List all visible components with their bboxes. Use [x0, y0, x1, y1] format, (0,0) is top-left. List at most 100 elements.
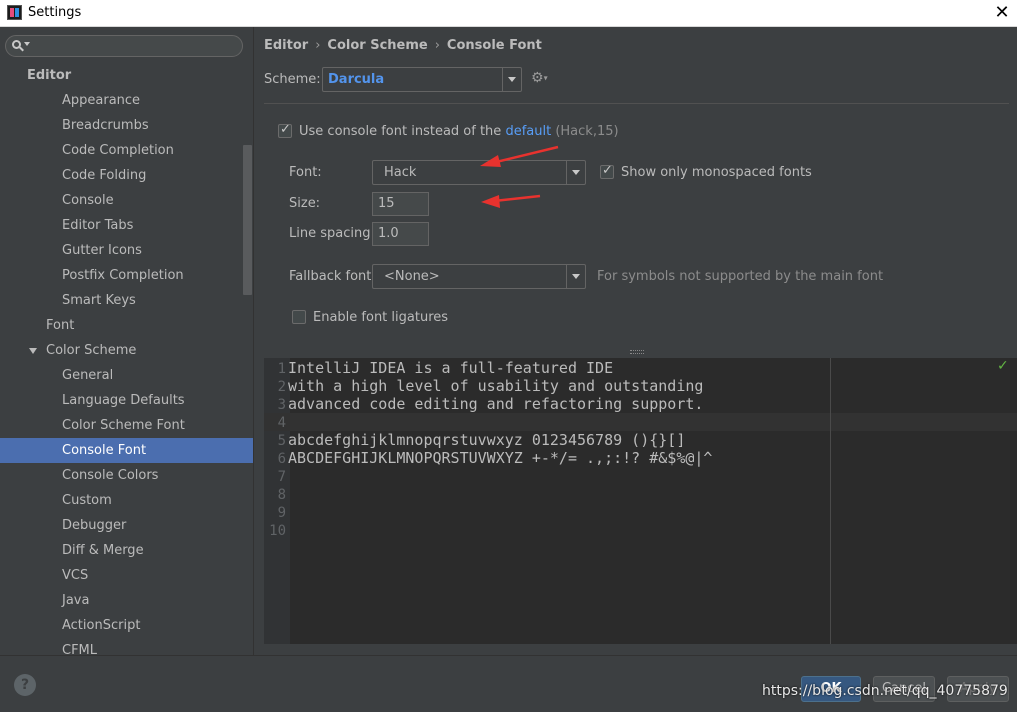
- sidebar-scrollbar[interactable]: [243, 145, 252, 295]
- help-button[interactable]: ?: [14, 674, 36, 696]
- sidebar-item-gutter-icons[interactable]: Gutter Icons: [0, 238, 253, 263]
- splitter-grip[interactable]: [630, 350, 644, 354]
- sidebar-item-label: Console: [62, 193, 114, 208]
- sidebar-item-label: Custom: [62, 493, 112, 508]
- font-label: Font:: [289, 165, 322, 180]
- sidebar-item-console-font[interactable]: Console Font: [0, 438, 253, 463]
- scheme-dropdown[interactable]: Darcula: [322, 67, 522, 92]
- sidebar-item-label: Color Scheme Font: [62, 418, 185, 433]
- sidebar-item-label: Code Folding: [62, 168, 147, 183]
- breadcrumb: Editor › Color Scheme › Console Font: [264, 38, 542, 53]
- sidebar-item-label: Language Defaults: [62, 393, 185, 408]
- gear-icon[interactable]: ⚙▾: [531, 70, 551, 86]
- chevron-down-icon[interactable]: [502, 68, 521, 91]
- settings-search-input[interactable]: [5, 35, 243, 57]
- sidebar-item-label: Debugger: [62, 518, 127, 533]
- sidebar-item-label: Color Scheme: [46, 343, 137, 358]
- sidebar-item-java[interactable]: Java: [0, 588, 253, 613]
- settings-sidebar: Editor Appearance Breadcrumbs Code Completi…: [0, 27, 254, 655]
- sidebar-item-color-scheme[interactable]: Color Scheme: [0, 338, 253, 363]
- sidebar-item-appearance[interactable]: Appearance: [0, 88, 253, 113]
- sidebar-item-vcs[interactable]: VCS: [0, 563, 253, 588]
- scheme-label: Scheme:: [264, 72, 321, 87]
- sidebar-item-custom[interactable]: Custom: [0, 488, 253, 513]
- breadcrumb-separator: ›: [315, 38, 321, 53]
- preview-line: 6 ABCDEFGHIJKLMNOPQRSTUVWXYZ +-*/= .,;:!?…: [264, 449, 1017, 467]
- preview-line: 9: [264, 503, 1017, 521]
- preview-code-text: IntelliJ IDEA is a full-featured IDE: [288, 359, 614, 377]
- sidebar-item-label: Smart Keys: [62, 293, 136, 308]
- font-ligatures-label: Enable font ligatures: [313, 310, 449, 325]
- preview-line: 3 advanced code editing and refactoring s…: [264, 395, 1017, 413]
- chevron-down-icon[interactable]: [566, 161, 585, 184]
- close-icon[interactable]: ✕: [991, 2, 1013, 24]
- sidebar-item-code-completion[interactable]: Code Completion: [0, 138, 253, 163]
- fallback-font-dropdown[interactable]: <None>: [372, 264, 586, 289]
- title-bar: Settings ✕: [0, 0, 1017, 27]
- line-number: 3: [277, 397, 286, 413]
- sidebar-item-breadcrumbs[interactable]: Breadcrumbs: [0, 113, 253, 138]
- preview-line: 8: [264, 485, 1017, 503]
- sidebar-item-label: Breadcrumbs: [62, 118, 149, 133]
- preview-line: 4: [264, 413, 1017, 431]
- scheme-value: Darcula: [328, 72, 385, 87]
- sidebar-item-label: Console Colors: [62, 468, 159, 483]
- sidebar-item-color-scheme-font[interactable]: Color Scheme Font: [0, 413, 253, 438]
- use-console-font-checkbox[interactable]: [278, 122, 292, 138]
- search-icon[interactable]: [10, 38, 30, 54]
- sidebar-item-label: CFML: [62, 643, 98, 655]
- sidebar-item-console-colors[interactable]: Console Colors: [0, 463, 253, 488]
- expand-arrow-icon[interactable]: [29, 347, 37, 354]
- preview-line: 1 IntelliJ IDEA is a full-featured IDE: [264, 359, 1017, 377]
- line-number: 2: [277, 379, 286, 395]
- font-preview-editor[interactable]: 1 IntelliJ IDEA is a full-featured IDE 2 wi…: [264, 358, 1017, 644]
- sidebar-item-label: Editor: [27, 68, 72, 83]
- preview-code-text: ABCDEFGHIJKLMNOPQRSTUVWXYZ +-*/= .,;:!? …: [288, 449, 713, 467]
- preview-code-text: advanced code editing and refactoring su…: [288, 395, 704, 413]
- fallback-font-hint: For symbols not supported by the main fo…: [597, 269, 884, 284]
- chevron-down-icon[interactable]: [566, 265, 585, 288]
- sidebar-item-editor[interactable]: Editor: [0, 63, 253, 88]
- settings-tree: Editor Appearance Breadcrumbs Code Completi…: [0, 63, 253, 655]
- sidebar-item-language-defaults[interactable]: Language Defaults: [0, 388, 253, 413]
- size-input[interactable]: 15: [372, 192, 429, 216]
- sidebar-item-label: Console Font: [62, 443, 147, 458]
- right-margin-guide: [830, 358, 831, 644]
- use-console-font-label: Use console font instead of the default …: [299, 124, 619, 139]
- sidebar-item-console[interactable]: Console: [0, 188, 253, 213]
- line-spacing-label: Line spacing:: [289, 226, 375, 241]
- breadcrumb-color-scheme[interactable]: Color Scheme: [327, 38, 427, 53]
- font-dropdown[interactable]: Hack: [372, 160, 586, 185]
- preview-line: 10: [264, 521, 1017, 539]
- sidebar-item-diff-merge[interactable]: Diff & Merge: [0, 538, 253, 563]
- settings-content: Editor › Color Scheme › Console Font Scheme:…: [255, 27, 1017, 655]
- fallback-font-value: <None>: [384, 269, 440, 284]
- sidebar-item-label: Gutter Icons: [62, 243, 142, 258]
- inspection-ok-icon[interactable]: [997, 358, 1011, 374]
- breadcrumb-editor[interactable]: Editor: [264, 38, 308, 53]
- sidebar-item-general[interactable]: General: [0, 363, 253, 388]
- font-ligatures-checkbox[interactable]: [292, 310, 306, 324]
- sidebar-item-actionscript[interactable]: ActionScript: [0, 613, 253, 638]
- preview-line: 7: [264, 467, 1017, 485]
- sidebar-item-font[interactable]: Font: [0, 313, 253, 338]
- preview-code-text: with a high level of usability and outst…: [288, 377, 704, 395]
- line-number: 4: [277, 415, 286, 431]
- line-number: 7: [277, 469, 286, 485]
- default-font-link[interactable]: default: [505, 124, 551, 139]
- sidebar-item-cfml[interactable]: CFML: [0, 638, 253, 655]
- window-title: Settings: [28, 5, 82, 20]
- sidebar-item-code-folding[interactable]: Code Folding: [0, 163, 253, 188]
- sidebar-item-smart-keys[interactable]: Smart Keys: [0, 288, 253, 313]
- breadcrumb-console-font: Console Font: [446, 38, 542, 53]
- intellij-app-icon: [7, 5, 22, 20]
- sidebar-item-debugger[interactable]: Debugger: [0, 513, 253, 538]
- sidebar-item-label: Code Completion: [62, 143, 174, 158]
- sidebar-item-postfix-completion[interactable]: Postfix Completion: [0, 263, 253, 288]
- line-spacing-input[interactable]: 1.0: [372, 222, 429, 246]
- line-number: 1: [277, 361, 286, 377]
- sidebar-item-label: VCS: [62, 568, 89, 583]
- show-monospaced-checkbox[interactable]: [600, 163, 614, 179]
- sidebar-item-editor-tabs[interactable]: Editor Tabs: [0, 213, 253, 238]
- watermark-text: https://blog.csdn.net/qq_40775879: [762, 683, 1008, 699]
